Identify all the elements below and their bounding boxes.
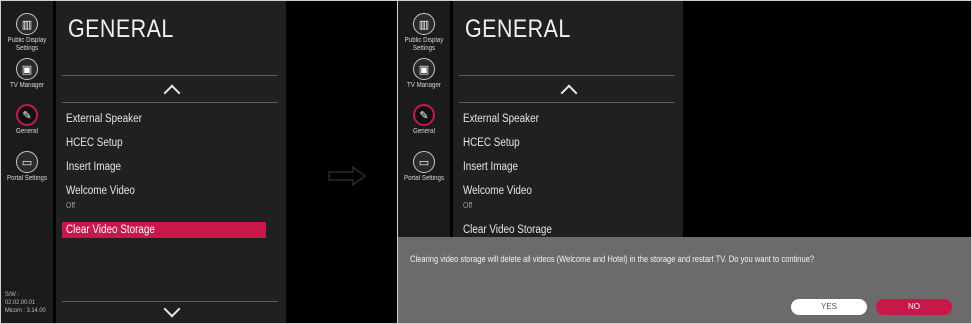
dialog-message: Clearing video storage will delete all v…	[410, 254, 815, 264]
welcome-video-value: Off	[463, 201, 473, 210]
page-title: GENERAL	[68, 15, 174, 43]
software-version: S/W : 02.02.00.01 Micom : 3.14.00	[5, 291, 47, 315]
sidebar-item-general[interactable]: ✎ General	[398, 104, 450, 136]
transition-arrow-icon	[328, 165, 366, 187]
scroll-up-icon[interactable]	[163, 84, 181, 102]
micom-version: Micom : 3.14.00	[5, 307, 46, 314]
sidebar-item-tv-manager[interactable]: ▣ TV Manager	[398, 58, 450, 90]
menu-item-label: Welcome Video	[66, 185, 135, 197]
menu-item-label: External Speaker	[463, 113, 539, 125]
tv-manager-icon: ▣	[413, 58, 435, 80]
sidebar-item-label: Portal Settings	[403, 175, 445, 182]
menu-item-label: Insert Image	[66, 161, 121, 173]
sidebar-item-general[interactable]: ✎ General	[1, 104, 53, 136]
divider	[62, 75, 278, 76]
sidebar-item-portal-settings[interactable]: ▭ Portal Settings	[398, 151, 450, 183]
portal-icon: ▭	[16, 151, 38, 173]
menu-item-label: HCEC Setup	[66, 137, 123, 149]
tv-manager-icon: ▣	[16, 58, 38, 80]
menu-item-clear-video-storage[interactable]: Clear Video Storage	[62, 222, 266, 238]
screen-after: ▥ Public Display Settings ▣ TV Manager ✎…	[397, 0, 972, 324]
sidebar-item-label: General	[413, 128, 435, 135]
menu-item-external-speaker[interactable]: External Speaker	[459, 111, 663, 127]
menu-item-welcome-video[interactable]: Welcome Video	[62, 183, 266, 199]
sidebar-item-label: General	[16, 128, 38, 135]
yes-button[interactable]: YES	[791, 299, 867, 315]
sidebar-item-label: Portal Settings	[6, 175, 48, 182]
menu-item-hcec-setup[interactable]: HCEC Setup	[459, 135, 663, 151]
scroll-up-icon[interactable]	[560, 84, 578, 102]
general-menu: GENERAL External Speaker HCEC Setup Inse…	[56, 1, 286, 323]
menu-item-label: External Speaker	[66, 113, 142, 125]
divider	[62, 102, 278, 103]
menu-item-clear-video-storage[interactable]: Clear Video Storage	[459, 222, 663, 238]
sidebar-item-portal-settings[interactable]: ▭ Portal Settings	[1, 151, 53, 183]
menu-item-welcome-video[interactable]: Welcome Video	[459, 183, 663, 199]
confirm-dialog: Clearing video storage will delete all v…	[398, 237, 971, 323]
menu-item-label: Clear Video Storage	[66, 224, 155, 236]
page-title: GENERAL	[465, 15, 571, 43]
building-icon: ▥	[16, 13, 38, 35]
sidebar-item-label: Public Display Settings	[7, 37, 47, 52]
general-icon: ✎	[413, 104, 435, 126]
menu-item-label: Insert Image	[463, 161, 518, 173]
sidebar-item-tv-manager[interactable]: ▣ TV Manager	[1, 58, 53, 90]
scroll-down-icon[interactable]	[163, 300, 181, 318]
no-button[interactable]: NO	[876, 299, 952, 315]
portal-icon: ▭	[413, 151, 435, 173]
sidebar-item-label: Public Display Settings	[404, 37, 444, 52]
sidebar: ▥ Public Display Settings ▣ TV Manager ✎…	[1, 1, 53, 323]
menu-item-label: Clear Video Storage	[463, 224, 552, 236]
menu-item-hcec-setup[interactable]: HCEC Setup	[62, 135, 266, 151]
menu-item-insert-image[interactable]: Insert Image	[459, 159, 663, 175]
sw-version: S/W : 02.02.00.01	[5, 291, 36, 306]
menu-item-label: Welcome Video	[463, 185, 532, 197]
building-icon: ▥	[413, 13, 435, 35]
welcome-video-value: Off	[66, 201, 76, 210]
menu-item-label: HCEC Setup	[463, 137, 520, 149]
sidebar-item-public-display-settings[interactable]: ▥ Public Display Settings	[398, 13, 450, 53]
sidebar-item-label: TV Manager	[10, 82, 44, 89]
menu-item-insert-image[interactable]: Insert Image	[62, 159, 266, 175]
divider	[459, 75, 675, 76]
divider	[459, 102, 675, 103]
sidebar-item-public-display-settings[interactable]: ▥ Public Display Settings	[1, 13, 53, 53]
sidebar-item-label: TV Manager	[407, 82, 441, 89]
general-icon: ✎	[16, 104, 38, 126]
menu-item-external-speaker[interactable]: External Speaker	[62, 111, 266, 127]
